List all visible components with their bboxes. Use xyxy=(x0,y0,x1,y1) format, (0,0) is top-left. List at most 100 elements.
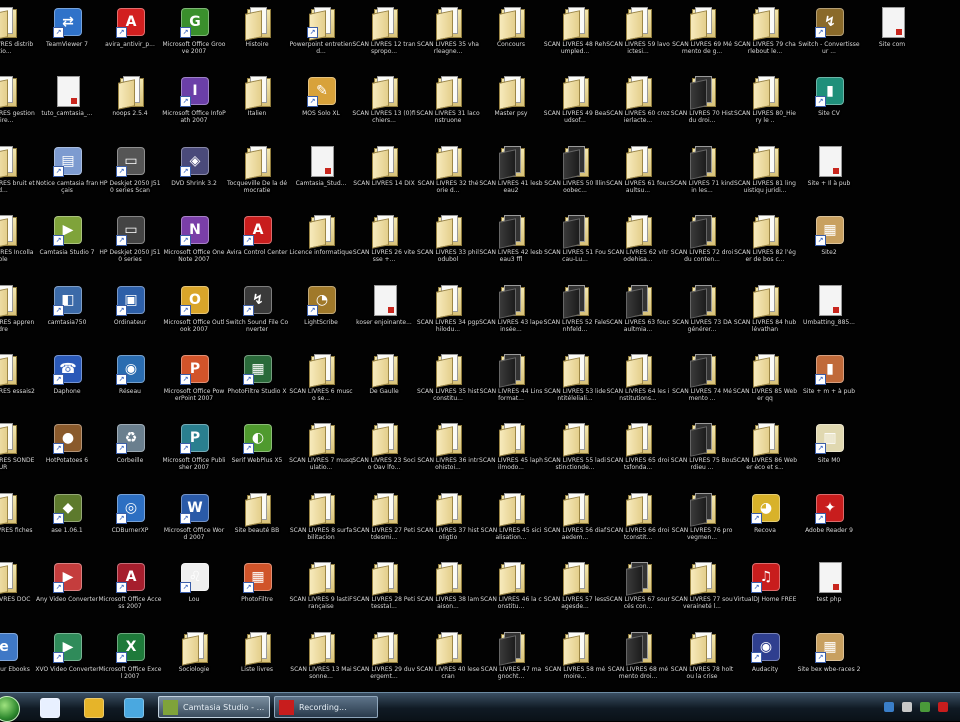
desktop-icon[interactable]: SCAN LIVRES 29 duvergemt... xyxy=(351,629,417,692)
desktop-icon[interactable]: ▶ ↗ Camtasia Studio 7 xyxy=(34,212,100,281)
desktop-icon[interactable]: ▦ ↗ Site bex wbe-races 2 xyxy=(796,629,862,692)
desktop-icon[interactable]: SCAN LIVRES 50 lllinoobec... xyxy=(542,143,608,212)
desktop-icon[interactable]: Tocqueville De la démocratie xyxy=(224,143,290,212)
desktop-icon[interactable]: e↗ Sites pour Ebooks xyxy=(0,629,36,692)
desktop-icon[interactable]: W ↗ Microsoft Office Word 2007 xyxy=(161,490,227,559)
desktop-icon[interactable]: SCAN LIVRES 67 sourcés con... xyxy=(605,559,671,628)
desktop-icon[interactable]: SCAN LIVRES 57 lessagesde... xyxy=(542,559,608,628)
desktop-icon[interactable]: test php xyxy=(796,559,862,628)
desktop-icon[interactable]: SCAN LIVRES 58 mémoire... xyxy=(542,629,608,692)
desktop-icon[interactable]: SCAN LIVRES 12 transpropo... xyxy=(351,4,417,73)
desktop-icon[interactable]: SCAN LIVRES 82 l'éger de bos c... xyxy=(732,212,798,281)
desktop-icon[interactable]: SCAN LIVRES 34 pgphilodu... xyxy=(415,282,481,351)
desktop-icon[interactable]: Umbatting_885... xyxy=(796,282,862,351)
desktop-icon[interactable]: SCAN LIVRES 35 histconstitu... xyxy=(415,351,481,420)
desktop-icon[interactable]: SCAN LIVRES 84 hub lévathan xyxy=(732,282,798,351)
desktop-icon[interactable]: Master psy xyxy=(478,73,544,142)
desktop-icon[interactable]: SCAN LIVRES 76 provegmen... xyxy=(669,490,735,559)
desktop-icon[interactable]: SCAN LIVRES 55 ladistinctionde... xyxy=(542,420,608,489)
desktop-icon[interactable]: SCAN LIVRES 81 linguistiqu juridi... xyxy=(732,143,798,212)
desktop-icon[interactable]: ▭ ↗ HP Deskjet 2050 J510 series Scan xyxy=(97,143,163,212)
desktop-icon[interactable]: ♫ ↗ VirtualDJ Home FREE xyxy=(732,559,798,628)
desktop-icon[interactable]: SCAN LIVRES 31 laconstruone xyxy=(415,73,481,142)
desktop-icon[interactable]: ● ↗ HotPotatoes 6 xyxy=(34,420,100,489)
desktop-icon[interactable]: SCAN LIVRES 32 théorie d... xyxy=(415,143,481,212)
desktop-icon[interactable]: SCAN LIVRES 6 musco se... xyxy=(288,351,354,420)
desktop-icon[interactable]: ⇄ ↗ TeamViewer 7 xyxy=(34,4,100,73)
desktop-icon[interactable]: SCAN LIVRES 38 lamaison... xyxy=(415,559,481,628)
desktop-icon[interactable]: SCAN LIVRES 85 Weber qq xyxy=(732,351,798,420)
desktop-icon[interactable]: SCAN LIVRES 78 holt ou la crise xyxy=(669,629,735,692)
desktop-icon[interactable]: SCAN LIVRES 69 Mémento de g... xyxy=(669,4,735,73)
desktop-icon[interactable]: O ↗ Microsoft Office Outlook 2007 xyxy=(161,282,227,351)
desktop-icon[interactable]: SCAN LIVRES 60 crozierlacte... xyxy=(605,73,671,142)
desktop-icon[interactable]: SCAN LIVRES 63 foucaultmia... xyxy=(605,282,671,351)
desktop-icon[interactable]: SCAN LIVRES 40 lesecran xyxy=(415,629,481,692)
desktop-icon[interactable]: SCAN LIVRES 37 histoligtio xyxy=(415,490,481,559)
desktop-icon[interactable]: SCAN LIVRES 62 vitrodehisa... xyxy=(605,212,671,281)
desktop-icon[interactable]: ◉ ↗ Audacity xyxy=(732,629,798,692)
desktop-icon[interactable]: SCAN LIVRES 86 Weber éco et s... xyxy=(732,420,798,489)
desktop-icon[interactable]: SCAN LIVRES 52 Falenhfeld... xyxy=(542,282,608,351)
desktop-icon[interactable]: ▭ ↗ HP Deskjet 2050 J510 series xyxy=(97,212,163,281)
desktop-icon[interactable]: ✦ ↗ Adobe Reader 9 xyxy=(796,490,862,559)
desktop-icon[interactable]: tuto_camtasia_... xyxy=(34,73,100,142)
desktop-icon[interactable]: SCAN LIVRES 73 DA générer... xyxy=(669,282,735,351)
desktop-icon[interactable]: SCAN LIVRES 27 Petitdesmi... xyxy=(351,490,417,559)
desktop-icon[interactable]: SCAN LIVRES distributio... xyxy=(0,4,36,73)
desktop-icon[interactable]: ▥ ↗ Site M0 xyxy=(796,420,862,489)
desktop-icon[interactable]: SCAN LIVRES 80_Hiery le .. xyxy=(732,73,798,142)
desktop-icon[interactable]: SCAN LIVRES 70 Hist du droi... xyxy=(669,73,735,142)
task-camtasia-studio[interactable]: Camtasia Studio - ... xyxy=(158,696,270,718)
desktop-icon[interactable]: SCAN LIVRES 43 lapeinsée... xyxy=(478,282,544,351)
desktop-icon[interactable]: SCAN LIVRES 51 Foucau-Lu... xyxy=(542,212,608,281)
desktop-icon[interactable]: SCAN LIVRES Incollable xyxy=(0,212,36,281)
tray-icon[interactable] xyxy=(884,702,894,712)
desktop-icon[interactable]: SCAN LIVRES 74 Mémento ... xyxy=(669,351,735,420)
desktop-icon[interactable]: SCAN LIVRES 56 diafaedem... xyxy=(542,490,608,559)
desktop-icon[interactable]: SCAN LIVRES 71 kindin les... xyxy=(669,143,735,212)
desktop-icon[interactable]: SCAN LIVRES fiches xyxy=(0,490,36,559)
desktop-icon[interactable]: SCAN LIVRES 13 Maisonne... xyxy=(288,629,354,692)
desktop-icon[interactable]: De Gaulle xyxy=(351,351,417,420)
desktop-icon[interactable]: SCAN LIVRES 36 introhistoi... xyxy=(415,420,481,489)
desktop-icon[interactable]: SCAN LIVRES 48 Rehumpled... xyxy=(542,4,608,73)
tray-icon[interactable] xyxy=(902,702,912,712)
desktop-icon[interactable]: SCAN LIVRES 65 droitsfonda... xyxy=(605,420,671,489)
desktop-icon[interactable]: ▶ ↗ Any Video Converter xyxy=(34,559,100,628)
desktop-icon[interactable]: G ↗ Microsoft Office Groove 2007 xyxy=(161,4,227,73)
desktop-icon[interactable]: SCAN LIVRES 42 lesbeau3 ffl xyxy=(478,212,544,281)
desktop-icon[interactable]: A ↗ Microsoft Office Access 2007 xyxy=(97,559,163,628)
start-button[interactable] xyxy=(0,696,20,722)
desktop-icon[interactable]: SCAN LIVRES essais2 xyxy=(0,351,36,420)
desktop-icon[interactable]: SCAN LIVRES 33 philodubol xyxy=(415,212,481,281)
desktop-icon[interactable]: Sociologie xyxy=(161,629,227,692)
desktop-icon[interactable]: A ↗ Avira Control Center xyxy=(224,212,290,281)
desktop-icon[interactable]: ♻ ↗ Corbeille xyxy=(97,420,163,489)
desktop-icon[interactable]: SCAN LIVRES 79 charlebout le... xyxy=(732,4,798,73)
desktop-icon[interactable]: ◈ ↗ DVD Shrink 3.2 xyxy=(161,143,227,212)
desktop-icon[interactable]: SCAN LIVRES 46 la constitu... xyxy=(478,559,544,628)
tray-icon[interactable] xyxy=(920,702,930,712)
desktop-icon[interactable]: ◐ ↗ Serif WebPlus X5 xyxy=(224,420,290,489)
desktop-icon[interactable]: Concours xyxy=(478,4,544,73)
desktop-icon[interactable]: SCAN LIVRES DOC xyxy=(0,559,36,628)
desktop-icon[interactable]: SCAN LIVRES 23 Socio Oav lfo... xyxy=(351,420,417,489)
desktop-icon[interactable]: SCAN LIVRES 59 lavoictesi... xyxy=(605,4,671,73)
desktop-icon[interactable]: SCAN LIVRES 77 souveraineté l... xyxy=(669,559,735,628)
desktop-icon[interactable]: SCAN LIVRES gestionnaire... xyxy=(0,73,36,142)
desktop-icon[interactable]: SCAN LIVRES 64 les institutions... xyxy=(605,351,671,420)
desktop-icon[interactable]: ▤ ↗ Notice camtasia français xyxy=(34,143,100,212)
desktop-icon[interactable]: SCAN LIVRES 53 lidentitéleliali... xyxy=(542,351,608,420)
desktop-icon[interactable]: SCAN LIVRES 41 lesbeau2 xyxy=(478,143,544,212)
quicklaunch-media-player-icon[interactable] xyxy=(84,698,104,718)
desktop-icon[interactable]: SCAN LIVRES 26 vitesse +... xyxy=(351,212,417,281)
desktop-icon[interactable]: Site + Il à pub xyxy=(796,143,862,212)
desktop-icon[interactable]: SCAN LIVRES 49 Beaudsof... xyxy=(542,73,608,142)
desktop-icon[interactable]: ♌ ↗ Lou xyxy=(161,559,227,628)
desktop-icon[interactable]: I ↗ Microsoft Office InfoPath 2007 xyxy=(161,73,227,142)
desktop-icon[interactable]: SCAN LIVRES 68 mémento droi... xyxy=(605,629,671,692)
desktop-icon[interactable]: SCAN LIVRES 44 Linsformat... xyxy=(478,351,544,420)
desktop-icon[interactable]: noops 2.5.4 xyxy=(97,73,163,142)
desktop-icon[interactable]: ↯ ↗ Switch Sound File Converter xyxy=(224,282,290,351)
